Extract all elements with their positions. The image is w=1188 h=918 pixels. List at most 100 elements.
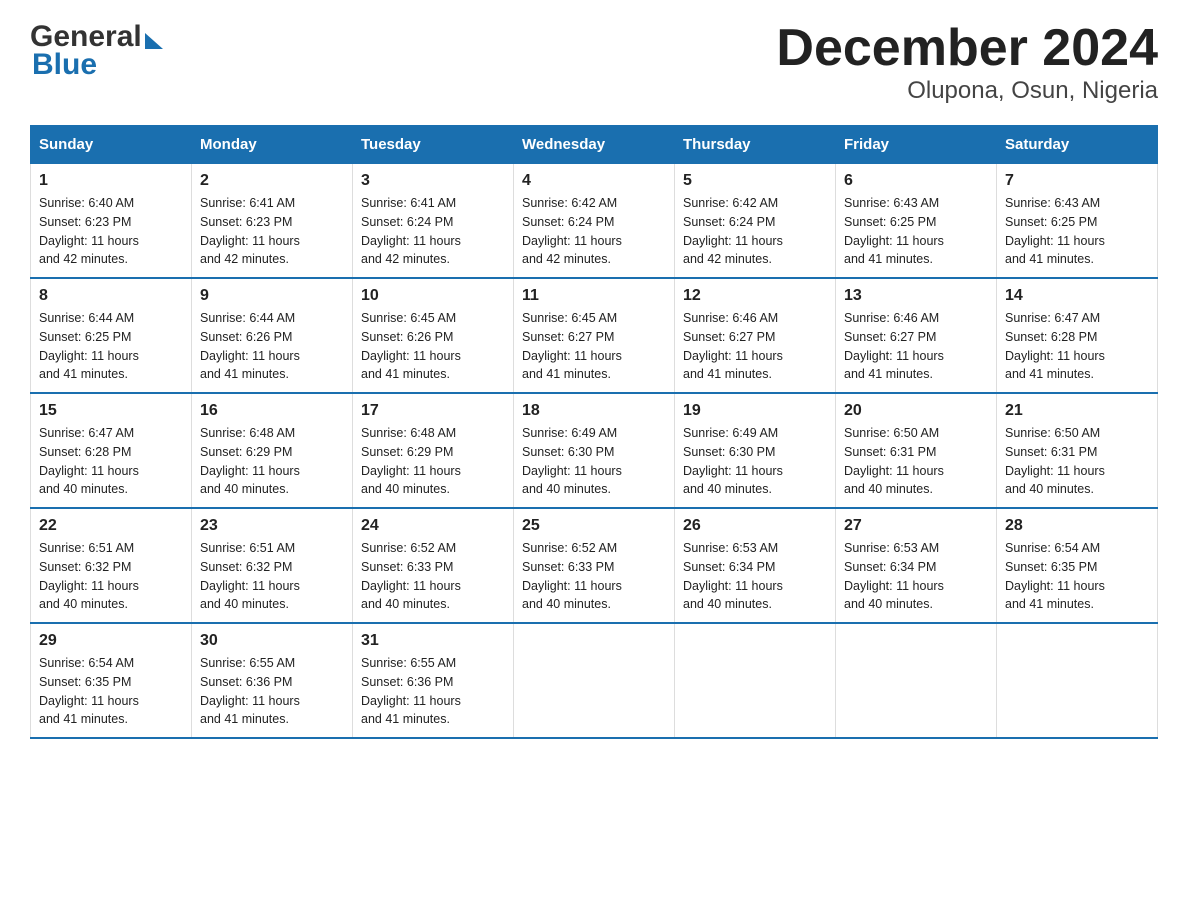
day-info: Sunrise: 6:40 AM Sunset: 6:23 PM Dayligh… xyxy=(39,194,183,269)
calendar-day-cell: 28 Sunrise: 6:54 AM Sunset: 6:35 PM Dayl… xyxy=(997,508,1158,623)
logo-blue-text: Blue xyxy=(32,48,97,82)
col-saturday: Saturday xyxy=(997,126,1158,164)
day-info: Sunrise: 6:47 AM Sunset: 6:28 PM Dayligh… xyxy=(1005,309,1149,384)
col-monday: Monday xyxy=(192,126,353,164)
calendar-day-cell xyxy=(675,623,836,738)
calendar-day-cell: 18 Sunrise: 6:49 AM Sunset: 6:30 PM Dayl… xyxy=(514,393,675,508)
day-info: Sunrise: 6:49 AM Sunset: 6:30 PM Dayligh… xyxy=(522,424,666,499)
day-number: 29 xyxy=(39,632,183,650)
day-number: 16 xyxy=(200,402,344,420)
day-info: Sunrise: 6:47 AM Sunset: 6:28 PM Dayligh… xyxy=(39,424,183,499)
day-info: Sunrise: 6:43 AM Sunset: 6:25 PM Dayligh… xyxy=(844,194,988,269)
day-number: 24 xyxy=(361,517,505,535)
calendar-week-row: 22 Sunrise: 6:51 AM Sunset: 6:32 PM Dayl… xyxy=(31,508,1158,623)
calendar-week-row: 29 Sunrise: 6:54 AM Sunset: 6:35 PM Dayl… xyxy=(31,623,1158,738)
calendar-day-cell: 8 Sunrise: 6:44 AM Sunset: 6:25 PM Dayli… xyxy=(31,278,192,393)
calendar-day-cell: 14 Sunrise: 6:47 AM Sunset: 6:28 PM Dayl… xyxy=(997,278,1158,393)
day-info: Sunrise: 6:41 AM Sunset: 6:24 PM Dayligh… xyxy=(361,194,505,269)
day-info: Sunrise: 6:45 AM Sunset: 6:27 PM Dayligh… xyxy=(522,309,666,384)
day-info: Sunrise: 6:54 AM Sunset: 6:35 PM Dayligh… xyxy=(39,654,183,729)
day-number: 8 xyxy=(39,287,183,305)
calendar-subtitle: Olupona, Osun, Nigeria xyxy=(776,77,1158,105)
day-info: Sunrise: 6:50 AM Sunset: 6:31 PM Dayligh… xyxy=(1005,424,1149,499)
day-info: Sunrise: 6:45 AM Sunset: 6:26 PM Dayligh… xyxy=(361,309,505,384)
day-info: Sunrise: 6:48 AM Sunset: 6:29 PM Dayligh… xyxy=(361,424,505,499)
day-info: Sunrise: 6:48 AM Sunset: 6:29 PM Dayligh… xyxy=(200,424,344,499)
calendar-day-cell: 13 Sunrise: 6:46 AM Sunset: 6:27 PM Dayl… xyxy=(836,278,997,393)
col-thursday: Thursday xyxy=(675,126,836,164)
calendar-day-cell: 22 Sunrise: 6:51 AM Sunset: 6:32 PM Dayl… xyxy=(31,508,192,623)
calendar-day-cell: 5 Sunrise: 6:42 AM Sunset: 6:24 PM Dayli… xyxy=(675,164,836,279)
day-info: Sunrise: 6:41 AM Sunset: 6:23 PM Dayligh… xyxy=(200,194,344,269)
calendar-header-row: Sunday Monday Tuesday Wednesday Thursday… xyxy=(31,126,1158,164)
day-number: 25 xyxy=(522,517,666,535)
day-number: 31 xyxy=(361,632,505,650)
day-number: 18 xyxy=(522,402,666,420)
day-info: Sunrise: 6:50 AM Sunset: 6:31 PM Dayligh… xyxy=(844,424,988,499)
calendar-day-cell: 19 Sunrise: 6:49 AM Sunset: 6:30 PM Dayl… xyxy=(675,393,836,508)
day-info: Sunrise: 6:51 AM Sunset: 6:32 PM Dayligh… xyxy=(39,539,183,614)
day-number: 14 xyxy=(1005,287,1149,305)
calendar-day-cell: 21 Sunrise: 6:50 AM Sunset: 6:31 PM Dayl… xyxy=(997,393,1158,508)
day-info: Sunrise: 6:54 AM Sunset: 6:35 PM Dayligh… xyxy=(1005,539,1149,614)
day-info: Sunrise: 6:44 AM Sunset: 6:26 PM Dayligh… xyxy=(200,309,344,384)
calendar-day-cell: 9 Sunrise: 6:44 AM Sunset: 6:26 PM Dayli… xyxy=(192,278,353,393)
col-tuesday: Tuesday xyxy=(353,126,514,164)
day-number: 2 xyxy=(200,172,344,190)
calendar-day-cell: 10 Sunrise: 6:45 AM Sunset: 6:26 PM Dayl… xyxy=(353,278,514,393)
day-info: Sunrise: 6:42 AM Sunset: 6:24 PM Dayligh… xyxy=(683,194,827,269)
calendar-table: Sunday Monday Tuesday Wednesday Thursday… xyxy=(30,125,1158,739)
day-number: 7 xyxy=(1005,172,1149,190)
day-number: 13 xyxy=(844,287,988,305)
calendar-day-cell: 26 Sunrise: 6:53 AM Sunset: 6:34 PM Dayl… xyxy=(675,508,836,623)
day-number: 28 xyxy=(1005,517,1149,535)
day-number: 5 xyxy=(683,172,827,190)
calendar-day-cell: 31 Sunrise: 6:55 AM Sunset: 6:36 PM Dayl… xyxy=(353,623,514,738)
day-number: 23 xyxy=(200,517,344,535)
calendar-day-cell: 29 Sunrise: 6:54 AM Sunset: 6:35 PM Dayl… xyxy=(31,623,192,738)
calendar-day-cell xyxy=(514,623,675,738)
logo-arrow-icon xyxy=(145,33,163,49)
day-number: 21 xyxy=(1005,402,1149,420)
day-number: 10 xyxy=(361,287,505,305)
day-number: 20 xyxy=(844,402,988,420)
day-info: Sunrise: 6:53 AM Sunset: 6:34 PM Dayligh… xyxy=(844,539,988,614)
day-info: Sunrise: 6:55 AM Sunset: 6:36 PM Dayligh… xyxy=(361,654,505,729)
day-info: Sunrise: 6:46 AM Sunset: 6:27 PM Dayligh… xyxy=(683,309,827,384)
day-number: 6 xyxy=(844,172,988,190)
calendar-day-cell: 15 Sunrise: 6:47 AM Sunset: 6:28 PM Dayl… xyxy=(31,393,192,508)
calendar-day-cell: 3 Sunrise: 6:41 AM Sunset: 6:24 PM Dayli… xyxy=(353,164,514,279)
calendar-day-cell: 20 Sunrise: 6:50 AM Sunset: 6:31 PM Dayl… xyxy=(836,393,997,508)
day-info: Sunrise: 6:43 AM Sunset: 6:25 PM Dayligh… xyxy=(1005,194,1149,269)
day-number: 4 xyxy=(522,172,666,190)
calendar-day-cell: 12 Sunrise: 6:46 AM Sunset: 6:27 PM Dayl… xyxy=(675,278,836,393)
col-sunday: Sunday xyxy=(31,126,192,164)
day-number: 15 xyxy=(39,402,183,420)
col-friday: Friday xyxy=(836,126,997,164)
calendar-day-cell xyxy=(836,623,997,738)
title-block: December 2024 Olupona, Osun, Nigeria xyxy=(776,20,1158,105)
day-number: 9 xyxy=(200,287,344,305)
calendar-day-cell: 17 Sunrise: 6:48 AM Sunset: 6:29 PM Dayl… xyxy=(353,393,514,508)
day-number: 27 xyxy=(844,517,988,535)
day-info: Sunrise: 6:53 AM Sunset: 6:34 PM Dayligh… xyxy=(683,539,827,614)
day-number: 12 xyxy=(683,287,827,305)
page-header: General Blue December 2024 Olupona, Osun… xyxy=(30,20,1158,105)
day-number: 30 xyxy=(200,632,344,650)
calendar-week-row: 1 Sunrise: 6:40 AM Sunset: 6:23 PM Dayli… xyxy=(31,164,1158,279)
day-info: Sunrise: 6:51 AM Sunset: 6:32 PM Dayligh… xyxy=(200,539,344,614)
day-number: 19 xyxy=(683,402,827,420)
calendar-day-cell: 6 Sunrise: 6:43 AM Sunset: 6:25 PM Dayli… xyxy=(836,164,997,279)
calendar-day-cell: 25 Sunrise: 6:52 AM Sunset: 6:33 PM Dayl… xyxy=(514,508,675,623)
day-info: Sunrise: 6:52 AM Sunset: 6:33 PM Dayligh… xyxy=(522,539,666,614)
logo: General Blue xyxy=(30,20,163,82)
day-info: Sunrise: 6:46 AM Sunset: 6:27 PM Dayligh… xyxy=(844,309,988,384)
calendar-day-cell xyxy=(997,623,1158,738)
calendar-day-cell: 24 Sunrise: 6:52 AM Sunset: 6:33 PM Dayl… xyxy=(353,508,514,623)
calendar-day-cell: 2 Sunrise: 6:41 AM Sunset: 6:23 PM Dayli… xyxy=(192,164,353,279)
day-info: Sunrise: 6:44 AM Sunset: 6:25 PM Dayligh… xyxy=(39,309,183,384)
calendar-day-cell: 4 Sunrise: 6:42 AM Sunset: 6:24 PM Dayli… xyxy=(514,164,675,279)
calendar-day-cell: 7 Sunrise: 6:43 AM Sunset: 6:25 PM Dayli… xyxy=(997,164,1158,279)
calendar-day-cell: 23 Sunrise: 6:51 AM Sunset: 6:32 PM Dayl… xyxy=(192,508,353,623)
day-info: Sunrise: 6:52 AM Sunset: 6:33 PM Dayligh… xyxy=(361,539,505,614)
